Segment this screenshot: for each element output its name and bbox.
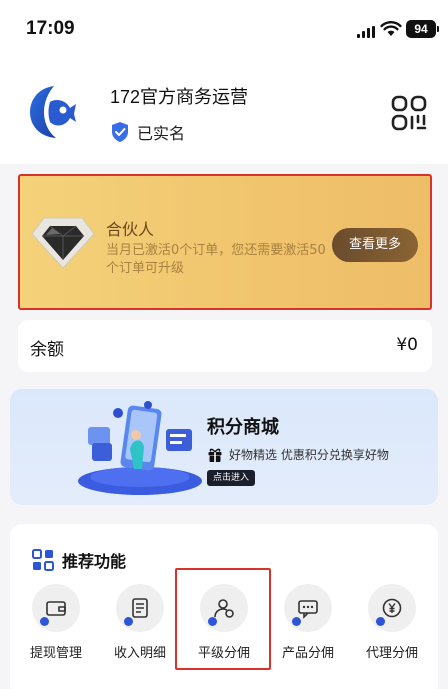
app-logo-icon (30, 86, 76, 138)
function-icon-bg (368, 584, 416, 632)
function-label: 产品分佣 (281, 646, 334, 661)
view-more-button[interactable]: 查看更多 (332, 228, 418, 262)
profile-header: 172官方商务运营 已实名 (0, 56, 448, 164)
mall-title: 积分商城 (207, 417, 279, 438)
accent-dot (124, 617, 133, 626)
qr-code-icon[interactable] (390, 94, 428, 132)
function-icon-bg (284, 584, 332, 632)
status-time: 17:09 (26, 18, 75, 39)
wifi-icon (380, 21, 402, 36)
balance-row[interactable]: 余额 ¥0 (18, 320, 432, 372)
function-product-commission[interactable]: 产品分佣 (266, 584, 350, 666)
status-bar: 17:09 94 (0, 0, 448, 56)
wallet-icon (46, 601, 66, 616)
battery-indicator: 94 (406, 20, 439, 38)
accent-dot (376, 617, 385, 626)
verified-shield-icon (112, 122, 128, 142)
partner-title: 合伙人 (106, 220, 155, 239)
grid-apps-icon (32, 549, 54, 571)
yen-coin-icon (382, 598, 402, 618)
accent-dot (40, 617, 49, 626)
mall-enter-button[interactable]: 点击进入 (207, 470, 256, 486)
function-icon-bg (116, 584, 164, 632)
verified-status: 已实名 (110, 120, 185, 144)
mall-subtitle: 好物精选 优惠积分兑换享好物 (229, 448, 389, 462)
verified-label: 已实名 (137, 126, 186, 143)
function-label: 提现管理 (29, 646, 82, 661)
recommended-header: 推荐功能 (32, 548, 126, 572)
gift-icon (208, 448, 222, 462)
document-icon (132, 598, 148, 618)
mall-subtitle-row: 好物精选 优惠积分兑换享好物 (207, 446, 389, 463)
highlight-box (175, 568, 271, 670)
balance-value: ¥0 (396, 335, 418, 355)
accent-dot (292, 617, 301, 626)
function-agent-commission[interactable]: 代理分佣 (350, 584, 434, 666)
balance-label: 余额 (30, 340, 64, 360)
chat-icon (298, 600, 318, 619)
diamond-icon (31, 217, 95, 269)
function-icon-bg (32, 584, 80, 632)
function-label: 代理分佣 (365, 646, 418, 661)
partner-description: 当月已激活0个订单，您还需要激活50个订单可升级 (106, 243, 326, 276)
account-name: 172官方商务运营 (110, 87, 249, 107)
shopping-phone-illustration-icon (78, 401, 202, 495)
function-income-details[interactable]: 收入明细 (98, 584, 182, 666)
partner-level-card[interactable]: 合伙人 当月已激活0个订单，您还需要激活50个订单可升级 查看更多 (18, 174, 432, 310)
cellular-signal-icon (357, 26, 375, 38)
function-label: 收入明细 (113, 646, 166, 661)
recommended-title: 推荐功能 (62, 552, 127, 571)
function-withdraw-management[interactable]: 提现管理 (14, 584, 98, 666)
points-mall-banner[interactable]: 积分商城 好物精选 优惠积分兑换享好物 点击进入 (10, 389, 438, 505)
